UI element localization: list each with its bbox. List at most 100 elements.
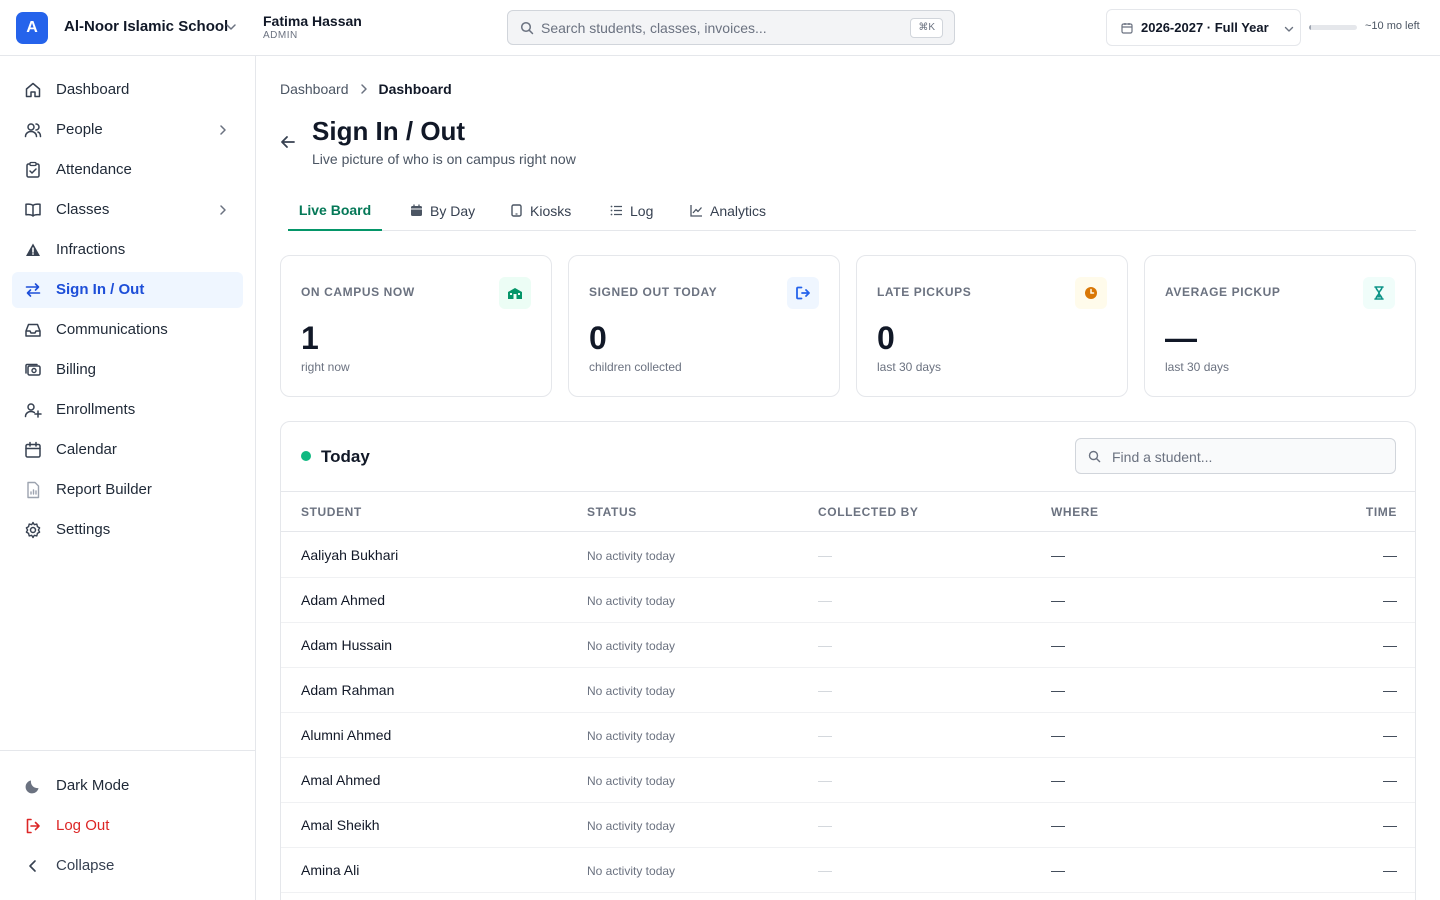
sidebar-item-settings[interactable]: Settings [12, 512, 243, 548]
stat-icon-box [1075, 277, 1107, 309]
chevron-left-icon [29, 860, 36, 872]
student-name[interactable]: Aaliyah Bukhari [301, 547, 398, 563]
tab-live-board[interactable]: Live Board [288, 190, 382, 231]
student-name[interactable]: Adam Hussain [301, 637, 392, 653]
table-row[interactable]: Adam Hussain No activity today — — — [281, 623, 1415, 668]
stat-card-signed-out: SIGNED OUT TODAY 0 children collected [568, 255, 840, 397]
sidebar-item-sign-in-out[interactable]: Sign In / Out [12, 272, 243, 308]
column-header-status[interactable]: STATUS [587, 505, 637, 519]
sidebar-item-infractions[interactable]: Infractions [12, 232, 243, 268]
stat-value: 1 [301, 320, 319, 356]
status-cell: No activity today [587, 684, 676, 698]
collected-by-cell: — [818, 772, 832, 788]
table-row[interactable]: Adam Rahman No activity today — — — [281, 668, 1415, 713]
sidebar-item-label: Classes [56, 201, 110, 218]
sidebar-item-billing[interactable]: Billing [12, 352, 243, 388]
breadcrumb: Dashboard Dashboard [280, 81, 452, 97]
logout-button[interactable]: Log Out [12, 808, 243, 844]
sidebar-item-enrollments[interactable]: Enrollments [12, 392, 243, 428]
back-arrow-icon[interactable] [278, 132, 298, 152]
calendar-icon [411, 204, 422, 216]
sidebar-item-calendar[interactable]: Calendar [12, 432, 243, 468]
status-cell: No activity today [587, 549, 676, 563]
sidebar-item-classes[interactable]: Classes [12, 192, 243, 228]
user-plus-icon [24, 403, 42, 418]
student-name[interactable]: Adam Ahmed [301, 592, 385, 608]
search-icon [1088, 450, 1101, 463]
status-cell: No activity today [587, 819, 676, 833]
collected-by-cell: — [818, 862, 832, 878]
sidebar-item-label: Settings [56, 521, 111, 538]
student-name[interactable]: Amal Ahmed [301, 772, 380, 788]
tab-kiosks[interactable]: Kiosks [510, 190, 571, 231]
student-name[interactable]: Adam Rahman [301, 682, 394, 698]
table-row[interactable]: Adam Ahmed No activity today — — — [281, 578, 1415, 623]
stat-label: ON CAMPUS NOW [301, 285, 415, 299]
collected-by-cell: — [818, 637, 832, 653]
collapse-sidebar-button[interactable]: Collapse [12, 848, 243, 884]
global-search-input[interactable]: Search students, classes, invoices... ⌘K [507, 10, 955, 45]
academic-year-selector[interactable]: 2026-2027 · Full Year [1106, 9, 1301, 46]
sidebar-item-label: Communications [56, 321, 168, 338]
calendar-icon [25, 441, 41, 458]
time-cell: — [1383, 637, 1397, 653]
sidebar-item-dashboard[interactable]: Dashboard [12, 72, 243, 108]
sidebar-item-attendance[interactable]: Attendance [12, 152, 243, 188]
stat-sub: children collected [589, 360, 682, 374]
tab-label: Log [630, 202, 654, 219]
where-cell: — [1051, 592, 1065, 608]
school-switcher[interactable]: Al-Noor Islamic School [64, 18, 228, 35]
stat-sub: right now [301, 360, 350, 374]
sidebar-item-label: Report Builder [56, 481, 152, 498]
tablet-icon [511, 204, 522, 217]
tab-bar: Live Board By Day Kiosks Log Analytics [288, 190, 1416, 231]
stat-value: — [1165, 320, 1197, 356]
collapse-label: Collapse [56, 857, 115, 874]
dark-mode-toggle[interactable]: Dark Mode [12, 768, 243, 804]
find-student-input[interactable]: Find a student... [1075, 438, 1396, 474]
school-logo[interactable]: A [16, 12, 48, 44]
stat-value: 0 [877, 320, 895, 356]
status-cell: No activity today [587, 594, 676, 608]
tab-log[interactable]: Log [610, 190, 653, 231]
clipboard-check-icon [26, 161, 40, 178]
book-open-icon [25, 203, 41, 217]
top-bar: A Al-Noor Islamic School Fatima Hassan A… [0, 0, 1440, 56]
status-cell: No activity today [587, 639, 676, 653]
table-row[interactable]: Aaliyah Bukhari No activity today — — — [281, 533, 1415, 578]
page-subtitle: Live picture of who is on campus right n… [312, 151, 576, 167]
chevron-right-icon [220, 125, 226, 135]
stat-label: SIGNED OUT TODAY [589, 285, 718, 299]
chevron-down-icon[interactable] [224, 20, 238, 34]
school-icon [508, 288, 522, 299]
academic-year-label: 2026-2027 · Full Year [1141, 20, 1269, 35]
tab-analytics[interactable]: Analytics [690, 190, 766, 231]
stat-label: LATE PICKUPS [877, 285, 972, 299]
stat-card-late-pickups: LATE PICKUPS 0 last 30 days [856, 255, 1128, 397]
column-header-collected-by[interactable]: COLLECTED BY [818, 505, 919, 519]
sidebar-item-communications[interactable]: Communications [12, 312, 243, 348]
column-header-where[interactable]: WHERE [1051, 505, 1099, 519]
table-row[interactable]: Amal Ahmed No activity today — — — [281, 758, 1415, 803]
where-cell: — [1051, 547, 1065, 563]
tab-label: Analytics [710, 202, 767, 219]
collected-by-cell: — [818, 547, 832, 563]
year-progress-fill [1309, 25, 1312, 30]
breadcrumb-link[interactable]: Dashboard [280, 81, 349, 97]
student-name[interactable]: Amal Sheikh [301, 817, 380, 833]
where-cell: — [1051, 637, 1065, 653]
search-icon [520, 21, 534, 35]
sidebar-item-report-builder[interactable]: Report Builder [12, 472, 243, 508]
column-header-student[interactable]: STUDENT [301, 505, 362, 519]
table-row[interactable]: Amal Sheikh No activity today — — — [281, 803, 1415, 848]
status-cell: No activity today [587, 729, 676, 743]
student-name[interactable]: Amina Ali [301, 862, 359, 878]
table-row[interactable]: Amina Ali No activity today — — — [281, 848, 1415, 893]
report-icon [27, 481, 40, 499]
student-name[interactable]: Alumni Ahmed [301, 727, 391, 743]
search-placeholder: Search students, classes, invoices... [541, 20, 767, 36]
column-header-time[interactable]: TIME [1366, 505, 1397, 519]
sidebar-item-people[interactable]: People [12, 112, 243, 148]
table-row[interactable]: Alumni Ahmed No activity today — — — [281, 713, 1415, 758]
tab-by-day[interactable]: By Day [410, 190, 475, 231]
